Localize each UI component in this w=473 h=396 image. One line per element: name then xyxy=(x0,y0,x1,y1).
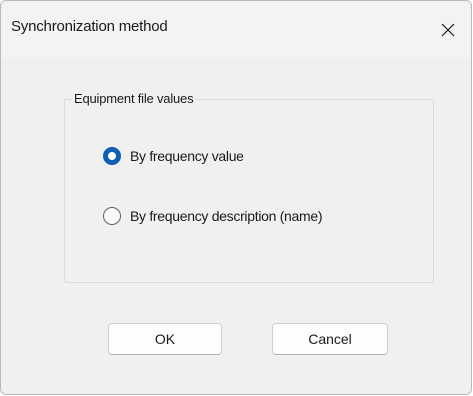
radio-unchecked-icon[interactable] xyxy=(103,207,121,225)
radio-checked-icon[interactable] xyxy=(103,147,121,165)
radio-label-frequency-description[interactable]: By frequency description (name) xyxy=(130,208,323,224)
radio-by-frequency-description[interactable]: By frequency description (name) xyxy=(103,206,323,226)
radio-by-frequency-value[interactable]: By frequency value xyxy=(103,146,244,166)
close-icon xyxy=(441,23,455,36)
equipment-file-values-group: Equipment file values By frequency value… xyxy=(64,91,434,283)
title-bar: Synchronization method xyxy=(1,1,471,58)
dialog-content: Equipment file values By frequency value… xyxy=(1,58,471,394)
radio-label-frequency-value[interactable]: By frequency value xyxy=(130,148,244,164)
group-legend: Equipment file values xyxy=(71,91,197,106)
ok-button[interactable]: OK xyxy=(108,323,222,355)
cancel-button[interactable]: Cancel xyxy=(272,323,388,355)
dialog-window: Synchronization method Equipment file va… xyxy=(0,0,472,395)
window-title: Synchronization method xyxy=(11,18,168,35)
close-button[interactable] xyxy=(425,1,471,58)
